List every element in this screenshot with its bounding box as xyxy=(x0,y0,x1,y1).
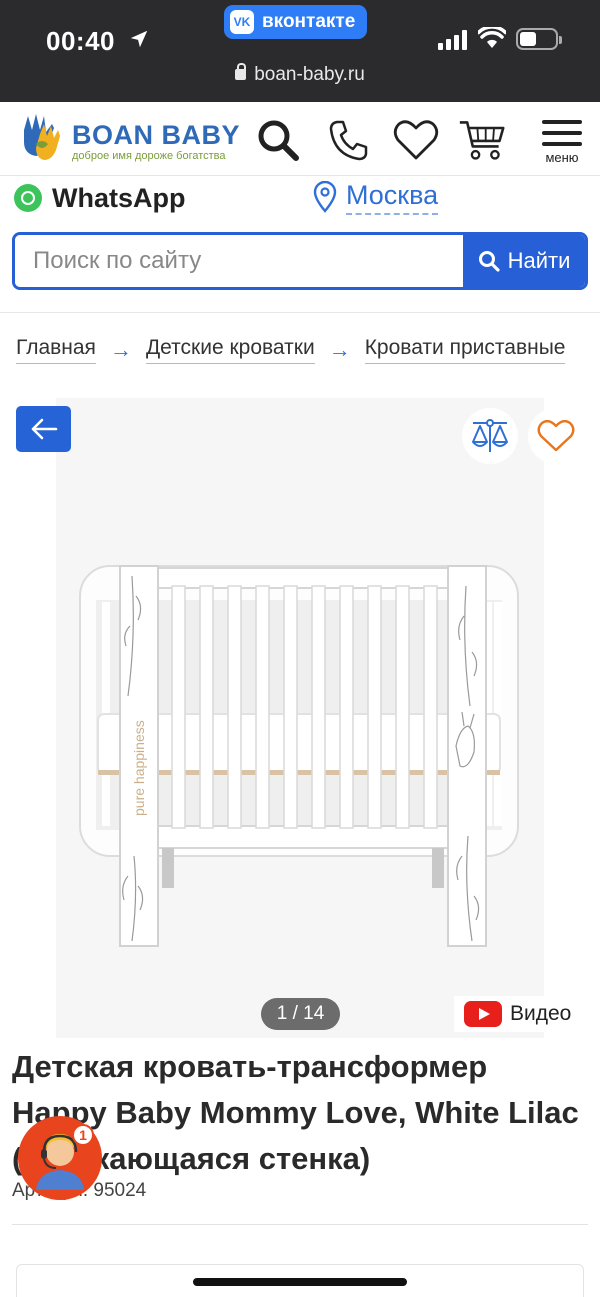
menu-label: меню xyxy=(545,150,579,165)
youtube-icon xyxy=(464,1001,502,1027)
whatsapp-label: WhatsApp xyxy=(52,182,186,213)
search-input[interactable] xyxy=(15,235,463,287)
battery-icon xyxy=(516,28,562,50)
back-button[interactable] xyxy=(16,406,71,452)
arrow-left-icon xyxy=(31,418,57,440)
city-selector[interactable]: Москва xyxy=(312,176,439,218)
arrow-right-icon: → xyxy=(109,337,132,362)
cart-button[interactable] xyxy=(458,116,506,164)
lock-icon xyxy=(235,63,247,80)
product-image[interactable]: pure happiness xyxy=(76,556,522,952)
url-text: boan-baby.ru xyxy=(254,64,365,85)
menu-icon-bar xyxy=(542,131,582,135)
search-button-label: Найти xyxy=(507,248,571,273)
divider xyxy=(0,312,600,313)
favorites-button[interactable] xyxy=(392,116,440,164)
divider xyxy=(12,1224,588,1225)
address-bar[interactable]: boan-baby.ru xyxy=(0,63,600,86)
back-app-label: вконтакте xyxy=(262,11,356,32)
phone-icon xyxy=(329,120,368,161)
home-indicator[interactable] xyxy=(193,1278,407,1286)
city-label: Москва xyxy=(346,180,439,215)
add-to-favorites-button[interactable] xyxy=(528,408,584,464)
heart-icon xyxy=(393,120,439,160)
clock: 00:40 xyxy=(46,26,115,56)
video-label: Видео xyxy=(510,1002,572,1025)
location-arrow-icon xyxy=(130,30,148,48)
scales-icon xyxy=(472,419,508,452)
logo-name: BOAN BABY xyxy=(72,120,241,150)
search-icon xyxy=(258,120,299,161)
wifi-icon xyxy=(478,27,506,48)
breadcrumb: Главная → Детские кроватки → Кровати при… xyxy=(16,336,566,364)
image-counter: 1 / 14 xyxy=(261,998,340,1030)
whatsapp-icon xyxy=(14,184,42,212)
vk-icon: VK xyxy=(230,10,254,34)
phone-button[interactable] xyxy=(324,116,372,164)
hands-logo-icon xyxy=(24,114,60,160)
search-form: Найти xyxy=(12,232,588,290)
cart-icon xyxy=(459,121,505,160)
breadcrumb-subcategory[interactable]: Кровати приставные xyxy=(364,336,566,364)
search-submit-button[interactable]: Найти xyxy=(463,235,585,287)
menu-button[interactable]: меню xyxy=(538,116,586,168)
compare-button[interactable] xyxy=(462,408,518,464)
site-header: BOAN BABY доброе имя дороже богатства ме… xyxy=(0,102,600,176)
location-pin-icon xyxy=(313,181,337,213)
breadcrumb-category[interactable]: Детские кроватки xyxy=(145,336,315,364)
menu-icon-bar xyxy=(542,142,582,146)
breadcrumb-home[interactable]: Главная xyxy=(16,336,96,364)
image-caption: pure happiness xyxy=(131,720,147,816)
arrow-right-icon: → xyxy=(328,337,351,362)
search-button[interactable] xyxy=(254,116,302,164)
heart-icon xyxy=(537,419,575,452)
unread-badge: 1 xyxy=(72,1124,94,1146)
logo-tagline: доброе имя дороже богатства xyxy=(72,150,226,162)
video-button[interactable]: Видео xyxy=(454,996,582,1032)
back-to-app-button[interactable]: VK вконтакте xyxy=(224,5,368,39)
menu-icon xyxy=(542,120,582,124)
signal-icon xyxy=(438,30,467,50)
site-logo[interactable]: BOAN BABY доброе имя дороже богатства xyxy=(16,110,241,166)
search-icon xyxy=(478,251,500,272)
whatsapp-link[interactable]: WhatsApp xyxy=(14,178,185,218)
status-bar: 00:40 VK вконтакте boan-baby.ru xyxy=(0,0,600,102)
